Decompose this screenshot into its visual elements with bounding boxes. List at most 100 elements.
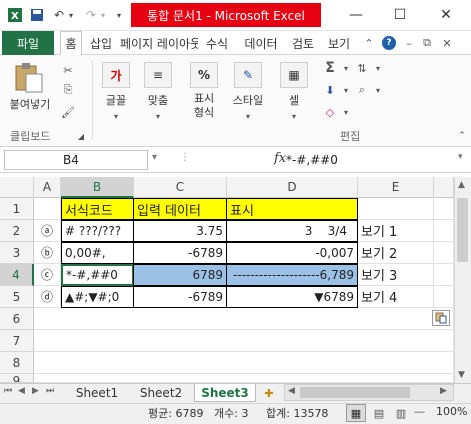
number-format-button[interactable]: 표시 형식 — [186, 92, 222, 120]
formula-input[interactable]: *-#,##0 — [282, 150, 454, 170]
cell-c3[interactable]: -6789 — [133, 242, 227, 264]
redo-dropdown-icon[interactable]: ▾ — [98, 6, 108, 24]
cell-b2[interactable]: # ???/??? — [61, 220, 134, 242]
tab-data[interactable]: 데이터 — [240, 31, 282, 55]
cell-d2[interactable]: 3 3/4 — [226, 220, 358, 242]
normal-view-icon[interactable]: ▦ — [346, 404, 366, 422]
minimize-button[interactable]: — — [340, 3, 372, 27]
customize-qat-icon[interactable]: ▾ — [114, 6, 124, 24]
next-sheet-icon[interactable]: ▶ — [32, 386, 39, 396]
vertical-scroll-thumb[interactable] — [457, 198, 468, 262]
alignment-button[interactable]: 맞춤 — [140, 92, 176, 108]
alignment-icon[interactable]: ≡ — [144, 62, 172, 88]
cell-b1[interactable]: 서식코드 — [61, 198, 134, 220]
paste-button[interactable]: 붙여넣기 — [6, 96, 54, 112]
cell-a4[interactable]: ⓒ — [34, 264, 61, 286]
sort-filter-icon[interactable]: ⇅ — [354, 60, 370, 76]
sheet-tab-sheet1[interactable]: Sheet1 — [66, 384, 128, 402]
tab-formulas[interactable]: 수식 — [202, 31, 232, 55]
cells-icon[interactable]: ▦ — [280, 62, 308, 88]
cell-a3[interactable]: ⓑ — [34, 242, 61, 264]
tab-review[interactable]: 검토 — [288, 31, 318, 55]
clear-icon[interactable]: ◇ — [322, 104, 338, 120]
cell-c1[interactable]: 입력 데이터 — [133, 198, 227, 220]
tab-page-layout[interactable]: 페이지 레이아웃 — [120, 31, 198, 55]
font-icon[interactable]: 가 — [102, 62, 130, 88]
row-header-7[interactable]: 7 — [0, 330, 34, 352]
select-all-corner[interactable] — [0, 177, 34, 198]
collapse-ribbon-icon[interactable]: ⌃ — [362, 36, 376, 50]
cell-e2[interactable]: 보기 1 — [358, 220, 434, 242]
cell-d1[interactable]: 표시 — [226, 198, 358, 220]
cell-a1[interactable] — [34, 198, 61, 220]
tab-insert[interactable]: 삽입 — [86, 31, 116, 55]
cells-button[interactable]: 셀 — [276, 92, 312, 108]
empty-row-6[interactable] — [34, 308, 454, 330]
prev-sheet-icon[interactable]: ◀ — [18, 386, 25, 396]
horizontal-scroll-thumb[interactable] — [300, 387, 410, 398]
page-layout-view-icon[interactable]: ▤ — [370, 404, 388, 422]
font-button[interactable]: 글꼴 — [98, 92, 134, 108]
expand-formula-bar-icon[interactable]: ▾ — [458, 152, 463, 162]
find-select-dropdown-icon[interactable]: ▾ — [370, 82, 386, 98]
font-dropdown-icon[interactable]: ▾ — [108, 108, 124, 124]
column-header-a[interactable]: A — [34, 177, 61, 198]
sheet-tab-sheet3[interactable]: Sheet3 — [194, 384, 256, 402]
scroll-left-icon[interactable]: ◀ — [288, 386, 295, 396]
cell-e4[interactable]: 보기 3 — [358, 264, 434, 286]
cell-c4[interactable]: 6789 — [133, 264, 227, 286]
styles-icon[interactable]: ✎ — [234, 62, 262, 88]
close-button[interactable]: ✕ — [430, 3, 462, 27]
column-header-e[interactable]: E — [358, 177, 434, 198]
cell-e1[interactable] — [358, 198, 434, 220]
autosum-dropdown-icon[interactable]: ▾ — [338, 60, 354, 76]
column-header-c[interactable]: C — [134, 177, 227, 198]
cell-f3[interactable] — [434, 242, 454, 264]
window-close-icon[interactable]: ✕ — [440, 36, 454, 50]
column-header-d[interactable]: D — [227, 177, 358, 198]
styles-dropdown-icon[interactable]: ▾ — [240, 108, 256, 124]
cell-f2[interactable] — [434, 220, 454, 242]
copy-icon[interactable]: ⎘ — [60, 82, 76, 98]
row-header-6[interactable]: 6 — [0, 308, 34, 330]
row-header-8[interactable]: 8 — [0, 352, 34, 374]
cell-c5[interactable]: -6789 — [133, 286, 227, 308]
formula-bar-resize-icon[interactable]: ⋮ — [180, 152, 192, 163]
cell-b3[interactable]: 0,00#, — [61, 242, 134, 264]
cell-e3[interactable]: 보기 2 — [358, 242, 434, 264]
styles-button[interactable]: 스타일 — [226, 92, 270, 108]
fill-dropdown-icon[interactable]: ▾ — [338, 82, 354, 98]
page-break-view-icon[interactable]: ▥ — [392, 404, 410, 422]
scroll-down-icon[interactable]: ▼ — [458, 370, 465, 380]
undo-dropdown-icon[interactable]: ▾ — [66, 6, 76, 24]
collapse-ribbon-arrow-icon[interactable]: ⌃ — [454, 128, 470, 144]
clear-dropdown-icon[interactable]: ▾ — [338, 104, 354, 120]
cut-icon[interactable]: ✂ — [60, 62, 76, 78]
empty-row-7[interactable] — [34, 330, 454, 352]
tab-home[interactable]: 홈 — [60, 31, 82, 55]
zoom-level[interactable]: 100% — [436, 405, 467, 418]
window-restore-icon[interactable]: ⧉ — [420, 36, 434, 50]
cell-b5[interactable]: ▲#;▼#;0 — [61, 286, 134, 308]
last-sheet-icon[interactable]: ⏭ — [46, 386, 54, 396]
maximize-button[interactable]: ☐ — [384, 3, 416, 27]
cell-c2[interactable]: 3.75 — [133, 220, 227, 242]
cell-e5[interactable]: 보기 4 — [358, 286, 434, 308]
tab-view[interactable]: 보기 — [324, 31, 354, 55]
cell-b4-active[interactable]: *-#,##0 — [61, 264, 134, 286]
cell-f1[interactable] — [434, 198, 454, 220]
column-header-f[interactable] — [434, 177, 454, 198]
alignment-dropdown-icon[interactable]: ▾ — [150, 108, 166, 124]
save-icon[interactable] — [28, 6, 46, 24]
cell-a2[interactable]: ⓐ — [34, 220, 61, 242]
format-painter-icon[interactable]: 🖌 — [60, 104, 76, 120]
sort-filter-dropdown-icon[interactable]: ▾ — [370, 60, 386, 76]
cell-d5[interactable]: ▼6789 — [226, 286, 358, 308]
help-icon[interactable]: ? — [382, 36, 396, 50]
empty-row-9[interactable] — [34, 374, 454, 383]
autosum-icon[interactable]: Σ — [322, 60, 338, 76]
scroll-up-icon[interactable]: ▲ — [458, 180, 465, 190]
clipboard-launcher-icon[interactable]: ◢ — [76, 128, 86, 144]
sheet-tab-sheet2[interactable]: Sheet2 — [130, 384, 192, 402]
cell-a5[interactable]: ⓓ — [34, 286, 61, 308]
